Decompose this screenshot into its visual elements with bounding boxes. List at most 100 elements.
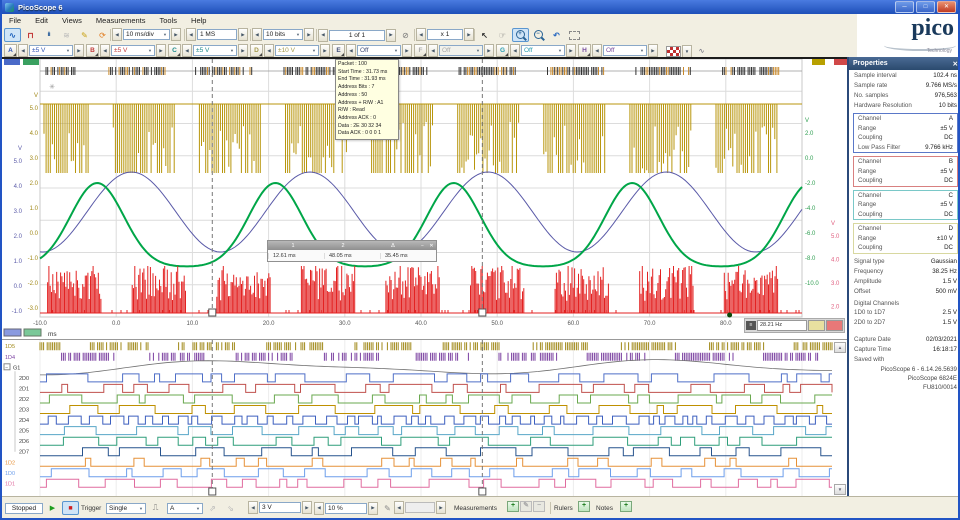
digital-channels-icon[interactable] <box>666 46 681 57</box>
pointer-tool-icon[interactable]: ↖ <box>476 28 493 42</box>
menu-item-edit[interactable]: Edit <box>28 16 55 25</box>
ruler-legend-close-icon[interactable]: ✕ <box>427 243 436 249</box>
timebase-select[interactable]: 10 ms/div▼ <box>123 29 170 40</box>
rulers-button[interactable]: + <box>578 501 590 512</box>
properties-close-icon[interactable]: ✕ <box>953 60 958 68</box>
channel-e-range-decrease[interactable]: ◀ <box>346 44 356 57</box>
channel-e-range-select[interactable]: Off▼ <box>357 45 401 56</box>
buffer-page-field[interactable]: 1 of 1 <box>329 30 385 41</box>
channel-b-range-increase[interactable]: ▶ <box>156 44 166 57</box>
digital-time-ruler-handle-1[interactable] <box>209 488 216 495</box>
probe-icon[interactable]: ∿ <box>693 44 710 58</box>
zoom-out-tool-icon[interactable]: − <box>530 28 547 42</box>
scope-view-icon[interactable]: ∿ <box>4 28 21 42</box>
notes-button[interactable]: + <box>620 501 632 512</box>
spectrum-view-icon[interactable]: ılı <box>40 28 57 42</box>
channel-f-range-decrease[interactable]: ◀ <box>428 44 438 57</box>
left-axis-scroll-chip[interactable] <box>4 329 21 336</box>
advanced-trigger-icon[interactable]: ⎍ <box>147 501 164 515</box>
zoom-factor-field[interactable]: x 1 <box>427 29 463 40</box>
channel-a-range-decrease[interactable]: ◀ <box>18 44 28 57</box>
channel-c-range-select[interactable]: ±5 V▼ <box>193 45 237 56</box>
channel-f-range-select[interactable]: Off▼ <box>439 45 483 56</box>
resolution-increase-button[interactable]: ▶ <box>304 28 314 41</box>
digital-channels-dropdown[interactable]: ▼ <box>682 45 692 58</box>
channel-g-label-button[interactable]: G <box>496 44 509 57</box>
channel-a-label-button[interactable]: A <box>4 44 17 57</box>
ruler-legend[interactable]: 1 2 Δ − ✕ 12.61 ms 48.05 ms 35.45 ms <box>267 240 437 262</box>
ruler-legend-minimize-icon[interactable]: − <box>418 243 427 249</box>
edit-measurement-button[interactable]: ✎ <box>520 501 532 512</box>
channel-c-range-increase[interactable]: ▶ <box>238 44 248 57</box>
zoom-undo-icon[interactable]: ↶ <box>548 28 565 42</box>
frequency-legend-chip-red[interactable] <box>826 320 843 331</box>
trigger-level-field[interactable]: 3 V <box>259 502 301 513</box>
channel-g-range-select[interactable]: Off▼ <box>521 45 565 56</box>
channel-f-label-button[interactable]: F <box>414 44 427 57</box>
channel-f-range-increase[interactable]: ▶ <box>484 44 494 57</box>
buffer-next-button[interactable]: ▶ <box>386 29 396 42</box>
digital-scroll-up-button[interactable]: ▲ <box>834 342 846 353</box>
samples-decrease-button[interactable]: ◀ <box>186 28 196 41</box>
pretrigger-increase-button[interactable]: ▶ <box>368 502 378 515</box>
start-capture-icon[interactable]: ▶ <box>44 501 61 515</box>
channel-e-label-button[interactable]: E <box>332 44 345 57</box>
trigger-marker[interactable] <box>727 313 732 318</box>
right-axis-scroll-chip[interactable] <box>24 329 41 336</box>
probe-setup-icon[interactable]: ✎ <box>76 28 93 42</box>
channel-a-range-select[interactable]: ±5 V▼ <box>29 45 73 56</box>
trigger-level-decrease-button[interactable]: ◀ <box>248 501 258 514</box>
channel-g-range-increase[interactable]: ▶ <box>566 44 576 57</box>
zoom-in-tool-icon[interactable]: + <box>512 28 529 42</box>
channel-b-axis-chip[interactable] <box>834 59 847 65</box>
timebase-increase-button[interactable]: ▶ <box>171 28 181 41</box>
channel-d-range-decrease[interactable]: ◀ <box>264 44 274 57</box>
resolution-select[interactable]: 10 bits▼ <box>263 29 303 40</box>
channel-a-axis-chip[interactable] <box>4 59 20 65</box>
menu-item-views[interactable]: Views <box>55 16 89 25</box>
buffer-overview-icon[interactable]: ⊘ <box>397 28 414 42</box>
auto-setup-icon[interactable]: ⟳ <box>94 28 111 42</box>
delete-measurement-button[interactable]: − <box>533 501 545 512</box>
channel-d-range-increase[interactable]: ▶ <box>320 44 330 57</box>
rising-edge-icon[interactable]: ⇗ <box>204 501 221 515</box>
close-button[interactable]: ✕ <box>937 1 956 13</box>
channel-d-range-select[interactable]: ±10 V▼ <box>275 45 319 56</box>
channel-d-axis-chip[interactable] <box>812 59 825 65</box>
menu-item-file[interactable]: File <box>2 16 28 25</box>
pretrigger-decrease-button[interactable]: ◀ <box>314 502 324 515</box>
channel-h-range-select[interactable]: Off▼ <box>603 45 647 56</box>
menu-item-help[interactable]: Help <box>184 16 213 25</box>
trigger-mode-select[interactable]: Single▼ <box>106 503 146 514</box>
marquee-zoom-icon[interactable] <box>566 28 583 42</box>
time-ruler-handle-1[interactable] <box>209 309 216 316</box>
maximize-button[interactable]: □ <box>916 1 935 13</box>
channel-e-range-increase[interactable]: ▶ <box>402 44 412 57</box>
channel-c-range-decrease[interactable]: ◀ <box>182 44 192 57</box>
frequency-legend-icon[interactable]: ≡ <box>746 321 756 330</box>
channel-c-label-button[interactable]: C <box>168 44 181 57</box>
frequency-legend-chip-yellow[interactable] <box>808 320 825 331</box>
channel-b-label-button[interactable]: B <box>86 44 99 57</box>
channel-h-label-button[interactable]: H <box>578 44 591 57</box>
channel-h-range-decrease[interactable]: ◀ <box>592 44 602 57</box>
digital-scroll-down-button[interactable]: ▼ <box>834 484 846 495</box>
digital-time-ruler-handle-2[interactable] <box>479 488 486 495</box>
channel-b-range-select[interactable]: ±5 V▼ <box>111 45 155 56</box>
stop-capture-icon[interactable]: ■ <box>62 501 79 515</box>
buffer-previous-button[interactable]: ◀ <box>318 29 328 42</box>
samples-increase-button[interactable]: ▶ <box>238 28 248 41</box>
channel-a-range-increase[interactable]: ▶ <box>74 44 84 57</box>
pretrigger-field[interactable]: 10 % <box>325 503 367 514</box>
trigger-delay-decrease-button[interactable]: ◀ <box>394 501 404 514</box>
channel-b-range-decrease[interactable]: ◀ <box>100 44 110 57</box>
digital-view-icon[interactable]: ⊓ <box>22 28 39 42</box>
persistence-view-icon[interactable]: ≋ <box>58 28 75 42</box>
channel-c-axis-chip[interactable] <box>23 59 39 65</box>
hand-tool-icon[interactable]: ☞ <box>494 28 511 42</box>
menu-item-tools[interactable]: Tools <box>153 16 185 25</box>
trigger-delay-increase-button[interactable]: ▶ <box>436 501 446 514</box>
samples-field[interactable]: 1 MS <box>197 29 237 40</box>
menu-item-measurements[interactable]: Measurements <box>89 16 153 25</box>
channel-g-range-decrease[interactable]: ◀ <box>510 44 520 57</box>
